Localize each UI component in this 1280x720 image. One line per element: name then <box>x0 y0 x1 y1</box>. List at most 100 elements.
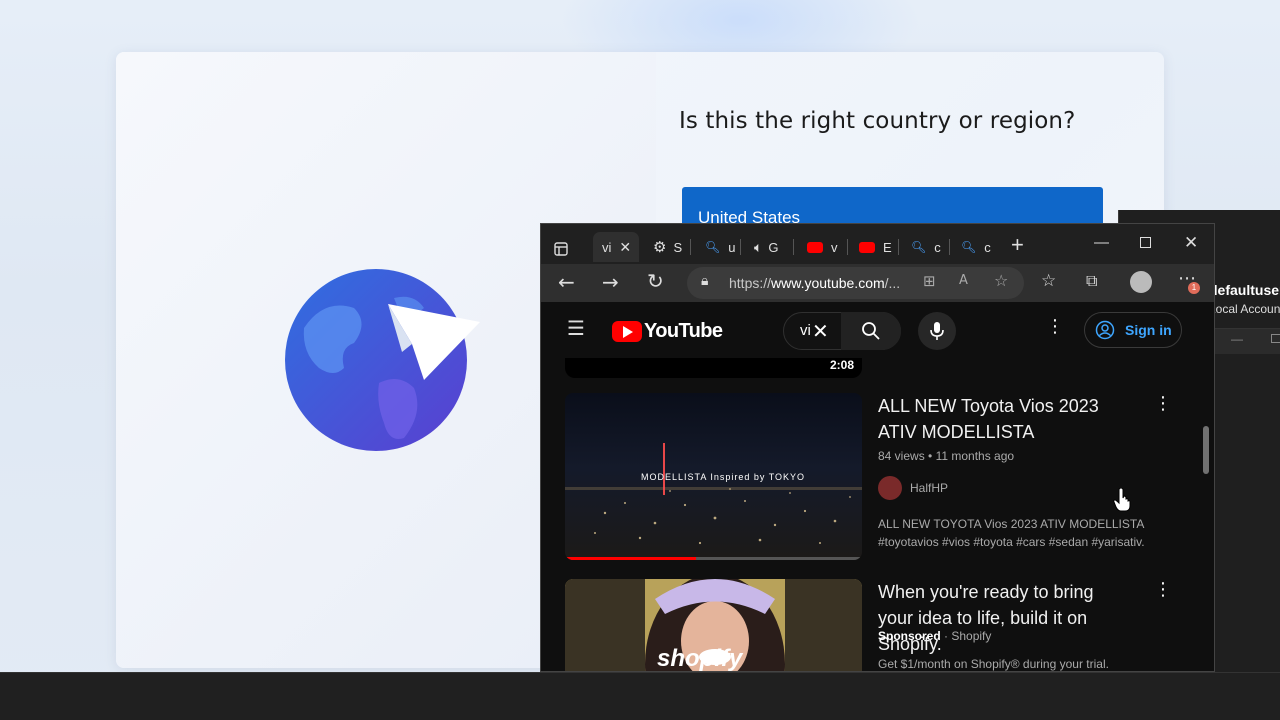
tab-youtube-1[interactable]: v <box>807 232 838 262</box>
taskbar <box>0 672 1280 720</box>
account-type: Local Account <box>1209 302 1280 316</box>
close-tab-icon[interactable]: ✕ <box>619 239 631 256</box>
minimize-icon[interactable]: — <box>1231 332 1243 346</box>
lock-icon[interactable]: 🔒︎ <box>701 273 708 289</box>
app-available-icon[interactable]: ⊞ <box>923 272 936 290</box>
video-thumbnail[interactable]: shopify <box>565 579 862 672</box>
video-description: Get $1/month on Shopify® during your tri… <box>878 657 1109 671</box>
collections-icon[interactable]: ⧉ <box>1086 271 1097 291</box>
gear-icon: ⚙ <box>653 239 667 256</box>
settings-kebab-icon[interactable]: ⋮ <box>1046 316 1064 337</box>
account-icon <box>1095 320 1115 340</box>
add-favorite-icon[interactable]: ☆ <box>994 271 1008 290</box>
tab-audio[interactable]: 🔈︎ G <box>754 232 779 262</box>
channel-name[interactable]: HalfHP <box>910 481 948 495</box>
tab-divider <box>898 239 899 255</box>
tab-search-2[interactable]: 🔍︎ c <box>911 232 941 262</box>
search-icon: 🔍︎ <box>911 240 927 254</box>
youtube-logo[interactable]: YouTube <box>612 320 723 343</box>
video-description: ALL NEW TOYOTA Vios 2023 ATIV MODELLISTA… <box>878 515 1158 551</box>
video-title[interactable]: ALL NEW Toyota Vios 2023 ATIV MODELLISTA <box>878 393 1128 445</box>
tab-search-3[interactable]: 🔍︎ c <box>961 232 991 262</box>
navigation-bar: ← → ↻ 🔒︎ https://www.youtube.com/... ⊞ A… <box>541 264 1214 302</box>
description-line: #toyotavios #vios #toyota #cars #sedan #… <box>878 535 1145 549</box>
video-title[interactable]: When you're ready to bring your idea to … <box>878 579 1128 657</box>
sponsored-label: Sponsored <box>878 629 941 643</box>
youtube-logo-text: YouTube <box>644 320 723 342</box>
search-query: vi <box>800 322 811 339</box>
hamburger-menu-icon[interactable]: ☰ <box>567 316 585 340</box>
tab-strip: vi ✕ ⚙ S 🔍︎ u 🔈︎ G v E 🔍︎ c 🔍︎ c + — ✕ <box>541 224 1214 264</box>
video-result[interactable]: MODELLISTA Inspired by TOKYO ALL NEW Toy… <box>565 393 1185 563</box>
close-window-icon[interactable]: ✕ <box>1184 233 1198 253</box>
video-menu-icon[interactable]: ⋮ <box>1154 579 1172 600</box>
search-icon: 🔍︎ <box>961 240 977 254</box>
profile-avatar-icon[interactable] <box>1130 271 1152 293</box>
tab-divider <box>740 239 741 255</box>
tab-youtube-2[interactable]: E <box>859 232 892 262</box>
maximize-icon[interactable] <box>1271 334 1280 343</box>
tab-label: G <box>768 239 779 255</box>
channel-name[interactable]: Shopify <box>951 629 991 643</box>
minimize-icon[interactable]: — <box>1094 234 1109 251</box>
tab-label: S <box>673 239 683 255</box>
tab-active[interactable]: vi ✕ <box>593 232 639 262</box>
speaker-icon: 🔈︎ <box>754 238 763 255</box>
youtube-header: ☰ YouTube vi ✕ ⋮ Sign in <box>541 302 1214 358</box>
video-thumbnail[interactable]: MODELLISTA Inspired by TOKYO <box>565 393 862 560</box>
previous-video-thumbnail[interactable]: 2:08 <box>565 358 862 378</box>
sign-in-button[interactable]: Sign in <box>1084 312 1182 348</box>
search-button[interactable] <box>841 312 901 350</box>
tab-label: c <box>934 239 941 255</box>
watch-progress-bar <box>565 557 696 560</box>
tab-label: E <box>883 239 892 255</box>
thumbnail-caption: MODELLISTA Inspired by TOKYO <box>641 472 806 482</box>
back-icon[interactable]: ← <box>558 270 575 294</box>
url-host: www.youtube.com <box>771 275 885 291</box>
refresh-icon[interactable]: ↻ <box>647 269 664 293</box>
scrollbar-thumb[interactable] <box>1203 426 1209 474</box>
forward-icon[interactable]: → <box>602 270 619 294</box>
read-aloud-icon[interactable]: A <box>959 273 968 288</box>
tab-divider <box>793 239 794 255</box>
tab-settings[interactable]: ⚙ S <box>653 232 682 262</box>
tab-label: v <box>831 239 838 255</box>
clear-search-icon[interactable]: ✕ <box>812 319 829 343</box>
maximize-icon[interactable] <box>1140 237 1151 248</box>
upload-age: 11 months ago <box>935 449 1015 463</box>
url-scheme: https:// <box>729 275 772 291</box>
tab-search-1[interactable]: 🔍︎ u <box>705 232 735 262</box>
microphone-icon <box>930 322 944 340</box>
description-line: ALL NEW TOYOTA Vios 2023 ATIV MODELLISTA <box>878 517 1145 531</box>
tab-divider <box>690 239 691 255</box>
voice-search-button[interactable] <box>918 312 956 350</box>
sponsor-row: Sponsored · Shopify <box>878 629 992 643</box>
tab-label: u <box>728 239 736 255</box>
sign-in-label: Sign in <box>1125 322 1172 338</box>
youtube-page: ☰ YouTube vi ✕ ⋮ Sign in 2:08 MODELLISTA… <box>541 302 1214 672</box>
channel-avatar[interactable] <box>878 476 902 500</box>
search-icon: 🔍︎ <box>705 240 721 254</box>
tab-divider <box>847 239 848 255</box>
video-stats: 84 views • 11 months ago <box>878 449 1015 463</box>
video-menu-icon[interactable]: ⋮ <box>1154 393 1172 414</box>
address-bar[interactable]: 🔒︎ https://www.youtube.com/... ⊞ A ☆ <box>687 267 1024 299</box>
account-user-name: defaultuser <box>1209 282 1280 298</box>
tab-label: c <box>984 239 991 255</box>
tab-actions-icon[interactable] <box>553 234 569 264</box>
url-path: /... <box>884 275 901 291</box>
youtube-play-icon <box>612 321 642 342</box>
favorites-icon[interactable]: ☆ <box>1041 271 1056 291</box>
sponsored-video-result[interactable]: shopify When you're ready to bring your … <box>565 579 1185 672</box>
youtube-icon <box>859 241 875 253</box>
new-tab-icon[interactable]: + <box>1011 230 1024 260</box>
channel-row[interactable]: HalfHP <box>878 476 948 500</box>
shopify-logo: shopify <box>657 645 743 672</box>
view-count: 84 views <box>878 449 925 463</box>
youtube-icon <box>807 241 823 253</box>
globe-illustration-icon <box>284 268 484 458</box>
hand-cursor-icon <box>1113 488 1131 512</box>
notification-badge: 1 <box>1188 282 1200 294</box>
tab-divider <box>949 239 950 255</box>
video-duration: 2:08 <box>829 358 854 372</box>
